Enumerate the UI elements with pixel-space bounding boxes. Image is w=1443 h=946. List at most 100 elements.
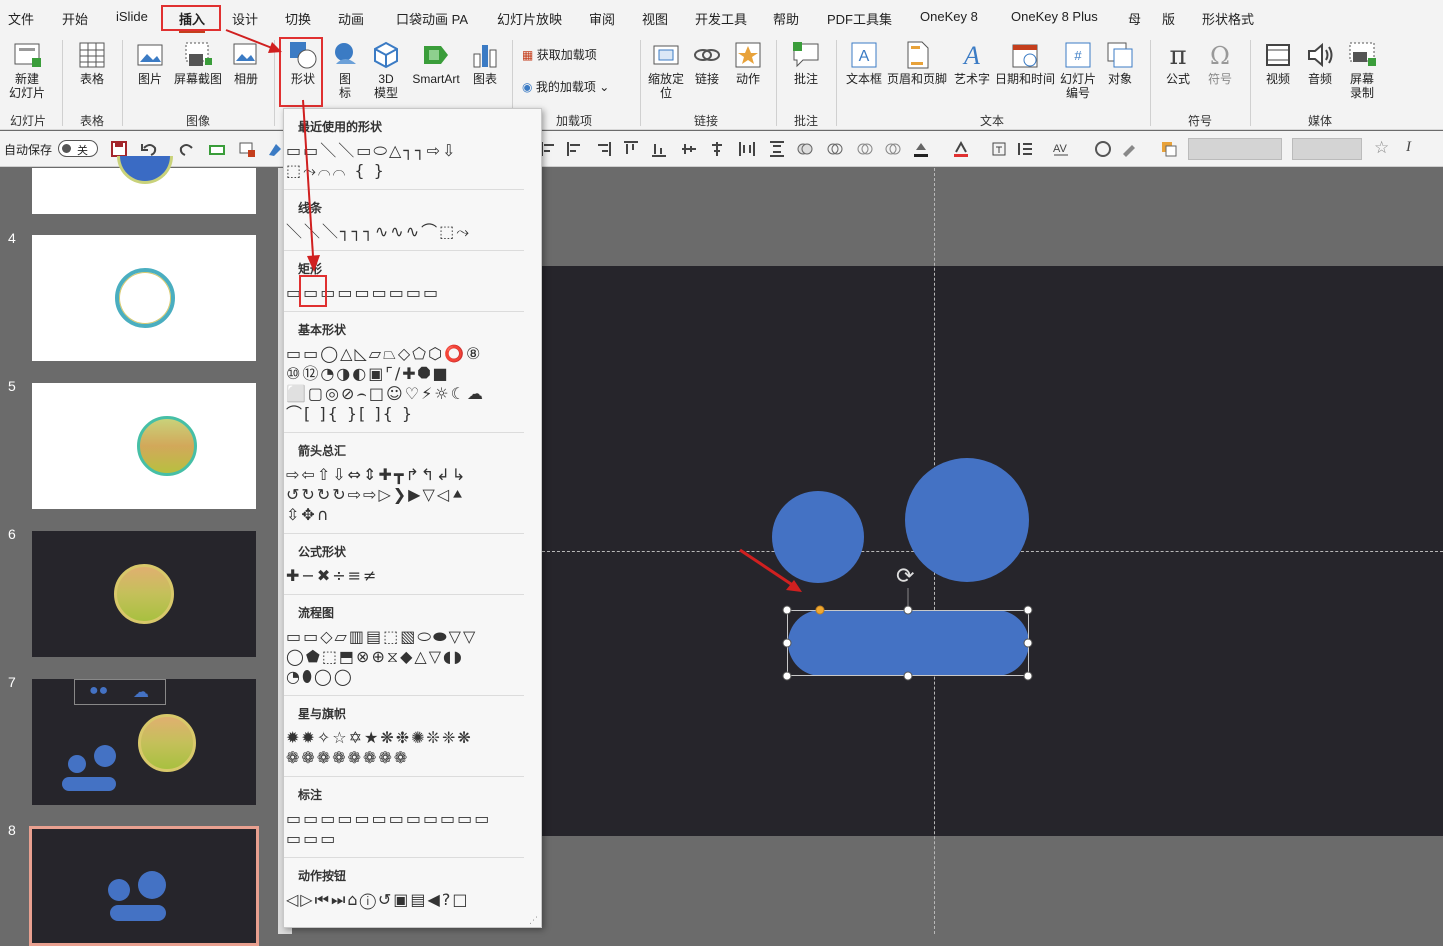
picture-button[interactable]: 图片 <box>128 40 172 86</box>
stars-row[interactable]: ❁❁❁❁❁❁❁❁ <box>286 748 409 768</box>
rotate-handle-icon[interactable]: ⟳ <box>896 564 914 589</box>
format-icon[interactable] <box>208 140 226 158</box>
stars-row[interactable]: ✹✹✧☆✡★❋❉✺❊❈❋ <box>286 728 473 748</box>
align-top-icon[interactable] <box>622 140 640 158</box>
datetime-button[interactable]: 日期和时间 <box>994 40 1056 86</box>
tab-view[interactable]: 视图 <box>642 9 668 28</box>
equation-row[interactable]: ✚−✖÷≡≠ <box>286 566 378 586</box>
palette-icon[interactable] <box>1094 140 1112 158</box>
symbol-button[interactable]: Ω 符号 <box>1200 40 1240 86</box>
font-select[interactable] <box>1188 138 1282 160</box>
tab-transitions[interactable]: 切换 <box>285 9 311 28</box>
get-addins-button[interactable]: ▦ 获取加载项 <box>522 46 597 63</box>
comment-button[interactable]: 批注 <box>784 40 828 86</box>
zoom-button[interactable]: 缩放定 位 <box>644 40 688 100</box>
shape-fill-icon[interactable] <box>1160 140 1178 158</box>
fragment-icon[interactable] <box>856 140 874 158</box>
slide-icon[interactable] <box>238 140 256 158</box>
chart-button[interactable]: 图表 <box>466 40 504 86</box>
star-icon[interactable]: ☆ <box>1374 138 1389 158</box>
align-bottom-icon[interactable] <box>650 140 668 158</box>
slide-thumbnail-4[interactable] <box>32 235 256 361</box>
line-spacing-icon[interactable] <box>1016 140 1034 158</box>
action-label: 动作 <box>735 72 760 86</box>
tab-pocket-animation[interactable]: 口袋动画 PA <box>396 9 468 28</box>
tab-shape-format[interactable]: 形状格式 <box>1202 9 1254 28</box>
arrows-row[interactable]: ↺↻↻↻⇨⇨▷❯▶▽◁⯅ <box>286 485 466 505</box>
wordart-button[interactable]: A 艺术字 <box>950 40 994 86</box>
video-button[interactable]: 视频 <box>1258 40 1298 86</box>
align-right-icon[interactable] <box>594 140 612 158</box>
screenshot-button[interactable]: 屏幕截图 <box>172 40 224 86</box>
intersect-icon[interactable] <box>884 140 902 158</box>
slide-thumbnail-5[interactable] <box>32 383 256 509</box>
callouts-row[interactable]: ▭▭▭▭▭▭▭▭▭▭▭▭ <box>286 809 491 829</box>
redo-icon[interactable] <box>178 140 196 158</box>
tab-onekey8plus[interactable]: OneKey 8 Plus <box>1011 9 1098 24</box>
tab-home[interactable]: 开始 <box>62 9 88 28</box>
action-button[interactable]: 动作 <box>728 40 768 86</box>
combine-icon[interactable] <box>826 140 844 158</box>
new-slide-button[interactable]: 新建 幻灯片 <box>4 40 50 100</box>
large-blue-circle[interactable] <box>905 458 1029 582</box>
basic-shapes-row[interactable]: ▭▭◯△◺▱⏢◇⬠⬡⭕⑧ <box>286 344 482 364</box>
tab-file[interactable]: 文件 <box>8 9 34 28</box>
flowchart-row[interactable]: ▭▭◇▱▥▤⬚▧⬭⬬▽▽ <box>286 627 477 647</box>
slide-thumbnail-8-selected[interactable] <box>29 826 259 946</box>
font-color-icon[interactable] <box>952 140 970 158</box>
tab-onekey8[interactable]: OneKey 8 <box>920 9 978 24</box>
align-left-icon[interactable] <box>540 140 558 158</box>
3d-model-button[interactable]: 3D 模型 <box>368 40 404 100</box>
font-size-select[interactable] <box>1292 138 1362 160</box>
italic-icon[interactable]: I <box>1406 139 1411 156</box>
object-button[interactable]: 对象 <box>1100 40 1140 86</box>
smartart-button[interactable]: SmartArt <box>408 40 464 86</box>
fill-color-icon[interactable] <box>912 140 930 158</box>
tab-design[interactable]: 设计 <box>232 9 258 28</box>
resize-grip-icon[interactable]: ⋰ <box>529 915 538 926</box>
highlight-icon[interactable] <box>1120 140 1138 158</box>
slide-thumbnail-3[interactable] <box>32 156 256 214</box>
char-spacing-icon[interactable]: AV <box>1052 140 1070 158</box>
autosave-toggle[interactable]: 关 <box>58 140 98 157</box>
distribute-v-icon[interactable] <box>768 140 786 158</box>
tab-animations[interactable]: 动画 <box>338 9 364 28</box>
group-label-slides: 幻灯片 <box>10 114 47 128</box>
align-middle-icon[interactable] <box>680 140 698 158</box>
text-box-icon[interactable] <box>990 140 1008 158</box>
my-addins-button[interactable]: ◉ 我的加载项 ⌄ <box>522 78 609 95</box>
textbox-button[interactable]: A 文本框 <box>842 40 886 86</box>
basic-shapes-row[interactable]: ⑩⑫◔◑◐▣⌜∕✚⯃■ <box>286 364 450 384</box>
slide-thumbnail-6[interactable] <box>32 531 256 657</box>
tab-slideshow[interactable]: 幻灯片放映 <box>497 9 562 28</box>
tab-developer[interactable]: 开发工具 <box>695 9 747 28</box>
slide-thumbnail-7[interactable]: ●● ☁ <box>32 679 256 805</box>
action-buttons-row[interactable]: ◁▷⏮⏭⌂ⓘ↺▣▤◀?□ <box>286 890 469 910</box>
tab-islide[interactable]: iSlide <box>116 9 148 24</box>
align-center-icon[interactable] <box>708 140 726 158</box>
basic-shapes-row[interactable]: ⬜▢◎⊘⌢□☺♡⚡☼☾☁ <box>286 384 485 404</box>
flowchart-row[interactable]: ◯⬟⬚⬒⊗⊕⧖◆△▽◖◗ <box>286 647 464 667</box>
union-icon[interactable] <box>796 140 814 158</box>
audio-button[interactable]: 音频 <box>1300 40 1340 86</box>
arrows-row[interactable]: ⇳✥∩ <box>286 505 331 525</box>
equation-button[interactable]: π 公式 <box>1158 40 1198 86</box>
tab-layout[interactable]: 版 <box>1162 9 1175 28</box>
callouts-row[interactable]: ▭▭▭ <box>286 829 337 849</box>
distribute-icon[interactable] <box>738 140 756 158</box>
table-button[interactable]: 表格 <box>70 40 114 86</box>
flowchart-row[interactable]: ◔⬮◯◯ <box>286 667 354 687</box>
slide-number-button[interactable]: # 幻灯片 编号 <box>1056 40 1100 100</box>
paint-icon[interactable] <box>266 140 284 158</box>
header-footer-button[interactable]: 页眉和页脚 <box>886 40 948 86</box>
icons-button[interactable]: 图 标 <box>330 40 360 100</box>
tab-master[interactable]: 母 <box>1128 9 1141 28</box>
arrows-row[interactable]: ⇨⇦⇧⇩⇔⇕✚┳↱↰↲↳ <box>286 465 467 485</box>
screen-record-button[interactable]: 屏幕 录制 <box>1342 40 1382 100</box>
basic-shapes-row[interactable]: ⌒[ ]{ }[ ]{ } <box>286 404 414 424</box>
link-button[interactable]: 链接 <box>688 40 726 86</box>
tab-review[interactable]: 审阅 <box>589 9 615 28</box>
tab-pdf-tools[interactable]: PDF工具集 <box>827 9 892 28</box>
align-left-icon-2[interactable] <box>566 140 584 158</box>
tab-help[interactable]: 帮助 <box>773 9 799 28</box>
